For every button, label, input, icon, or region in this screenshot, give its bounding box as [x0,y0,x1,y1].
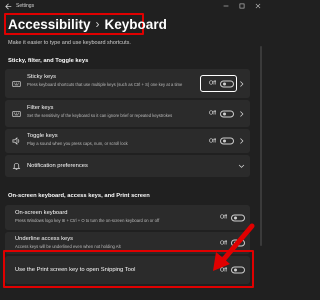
setting-notification-preferences[interactable]: Notification preferences [5,155,250,177]
setting-onscreen-keyboard[interactable]: On-screen keyboard Press Windows logo ke… [5,205,250,230]
setting-description: Access keys will be underlined even when… [15,244,121,249]
window-controls [223,0,261,12]
back-button[interactable] [0,0,16,12]
bell-icon [12,162,21,171]
close-icon[interactable] [255,3,261,9]
setting-description: Set the sensitivity of the keyboard so i… [27,113,173,118]
page-description: Make it easier to type and use keyboard … [8,40,131,46]
underline-access-keys-toggle[interactable] [231,239,245,247]
scrollbar[interactable] [260,46,262,246]
chevron-right-icon[interactable] [238,110,245,117]
filter-keys-icon [12,110,21,117]
setting-description: Press Windows logo key ⊞ + Ctrl + O to t… [15,218,160,223]
chevron-right-icon[interactable] [238,138,245,145]
toggle-state-label: Off [209,110,216,117]
setting-control [238,163,245,170]
toggle-keys-toggle[interactable] [220,137,234,145]
setting-control: Off [209,137,245,145]
setting-description: Play a sound when you press caps, num, o… [27,141,128,146]
maximize-icon[interactable] [239,3,245,9]
setting-control: Off [209,110,245,117]
chevron-down-icon[interactable] [238,163,245,170]
section-heading-sticky: Sticky, filter, and Toggle keys [8,58,89,64]
toggle-state-label: Off [220,214,227,221]
print-screen-highlight-frame [3,250,254,288]
breadcrumb: Accessibility › Keyboard [8,15,167,33]
breadcrumb-parent[interactable]: Accessibility [8,17,91,32]
keyboard-focus-ring [200,75,237,92]
setting-toggle-keys[interactable]: Toggle keys Play a sound when you press … [5,129,250,153]
setting-control: Off [220,214,245,221]
onscreen-keyboard-toggle[interactable] [231,214,245,221]
setting-description: Press keyboard shortcuts that use multip… [27,82,183,87]
toggle-state-label: Off [220,240,227,246]
setting-title: Notification preferences [27,163,88,169]
section-heading-onscreen: On-screen keyboard, access keys, and Pri… [8,193,150,199]
app-title: Settings [16,3,35,9]
setting-title: Underline access keys [15,236,73,242]
setting-title: Sticky keys [27,74,56,80]
chevron-right-icon[interactable] [238,80,245,87]
title-bar: Settings [0,0,264,12]
filter-keys-toggle[interactable] [220,110,234,117]
speaker-icon [12,137,20,145]
breadcrumb-separator: › [95,17,100,31]
minimize-icon[interactable] [223,3,229,9]
setting-title: Filter keys [27,105,54,111]
toggle-state-label: Off [209,138,216,144]
setting-title: On-screen keyboard [15,210,68,216]
page-title: Keyboard [104,16,167,32]
setting-title: Toggle keys [27,133,58,139]
setting-filter-keys[interactable]: Filter keys Set the sensitivity of the k… [5,100,250,127]
sticky-keys-icon [12,80,21,87]
arrow-left-icon [4,3,11,9]
setting-control: Off [220,239,245,247]
